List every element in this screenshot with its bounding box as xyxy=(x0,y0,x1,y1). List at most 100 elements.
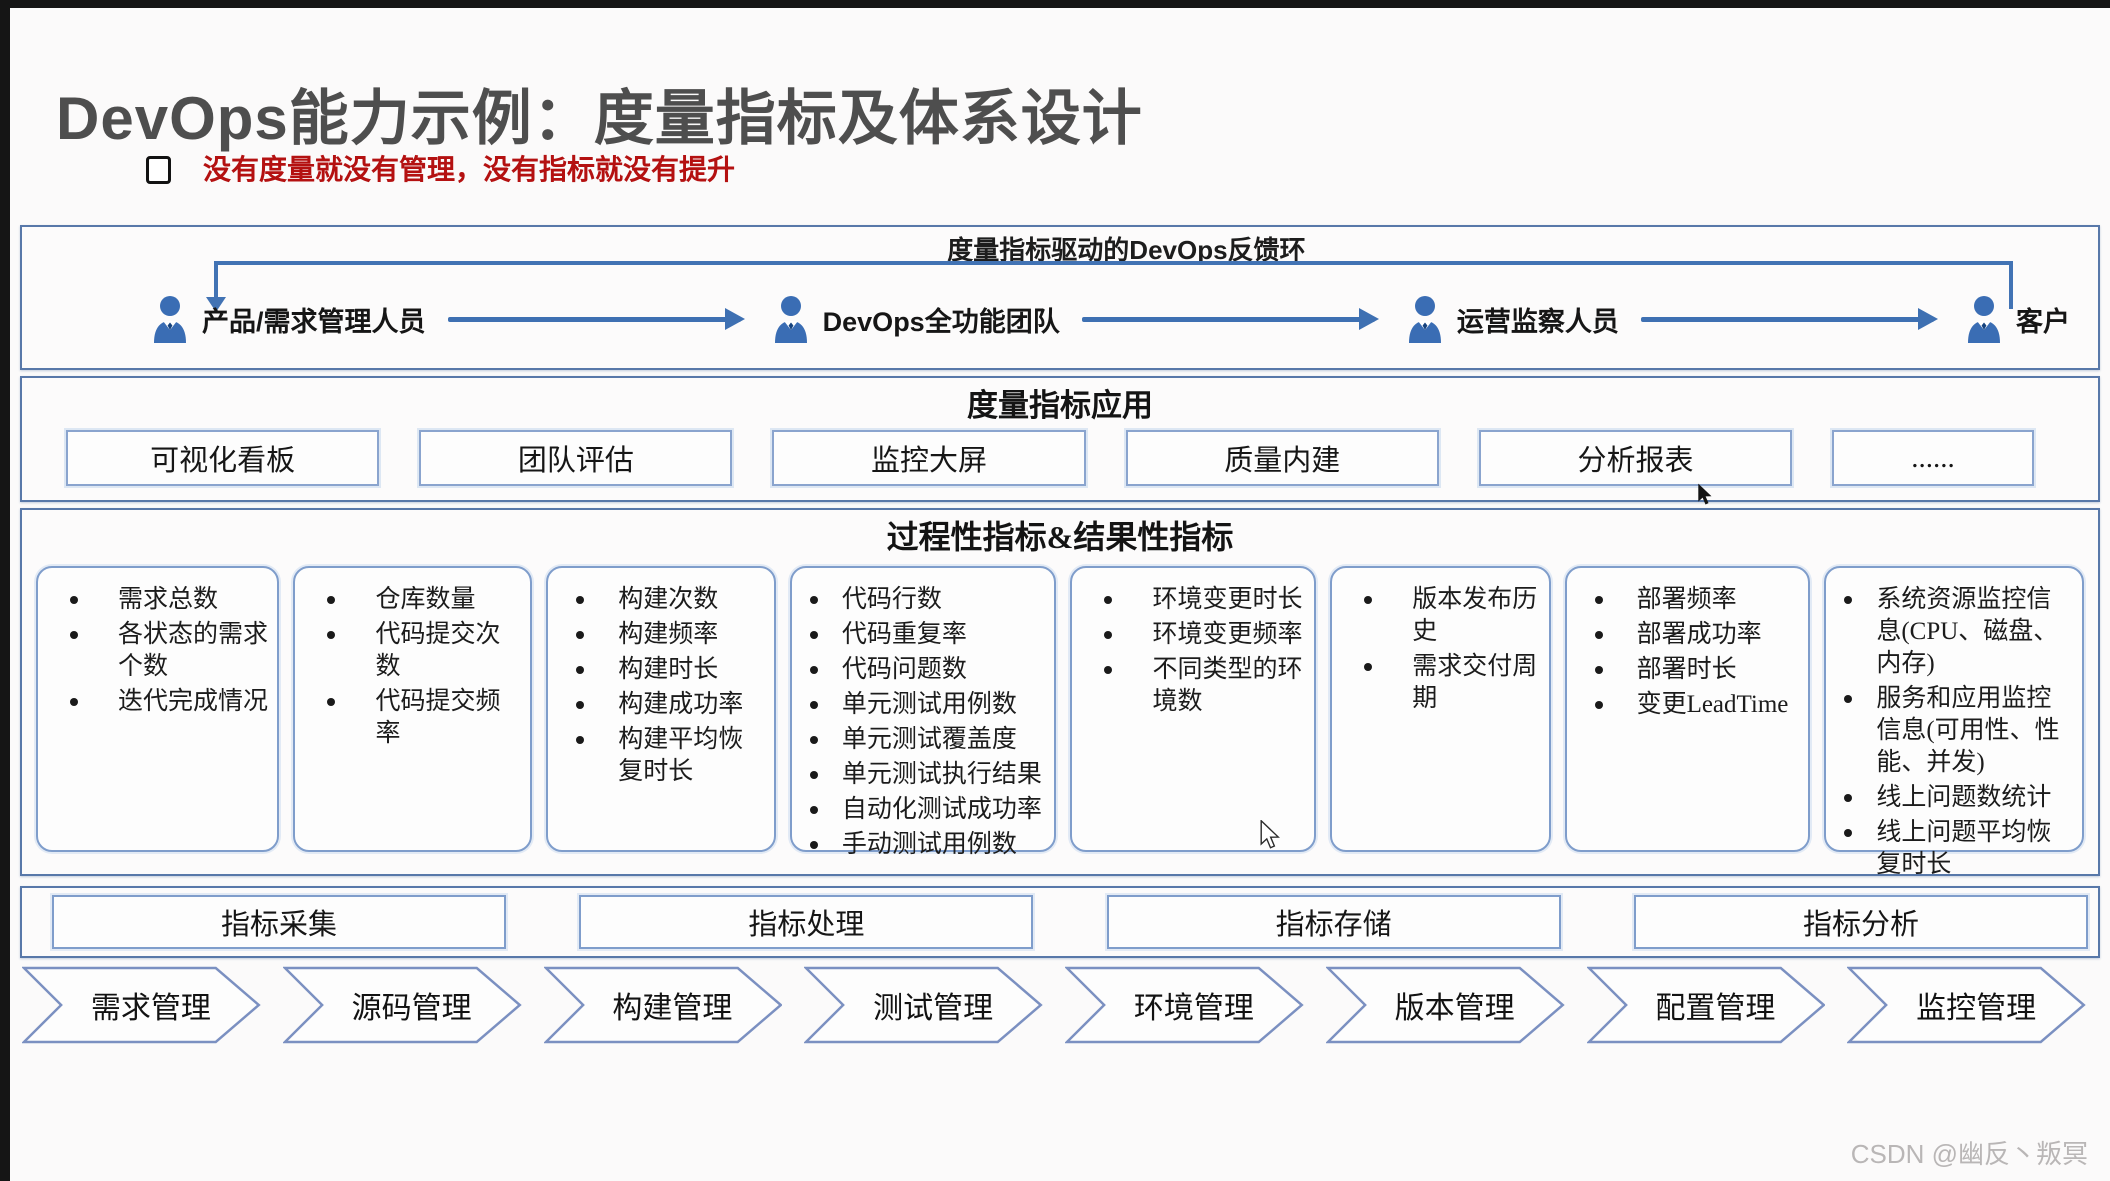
metric-item: 各状态的需求个数 xyxy=(38,619,269,683)
indicator-list: 部署频率 部署成功率 部署时长 变更LeadTime xyxy=(1567,584,1801,721)
metric-item: 需求交付周期 xyxy=(1332,651,1540,715)
indicator-list: 构建次数 构建频率 构建时长 构建成功率 构建平均恢复时长 xyxy=(548,584,766,788)
indicator-group-monitoring: 系统资源监控信息(CPU、磁盘、内存) 服务和应用监控信息(可用性、性能、并发)… xyxy=(1824,566,2084,852)
letterbox-left-bar xyxy=(0,0,10,1181)
chevron-label: 构建管理 xyxy=(612,983,732,1027)
metric-item: 构建频率 xyxy=(548,619,766,651)
applications-row: 可视化看板 团队评估 监控大屏 质量内建 分析报表 ...... xyxy=(66,430,2034,486)
indicator-group-repository: 仓库数量 代码提交次数 代码提交频率 xyxy=(293,566,532,852)
metric-item: 代码重复率 xyxy=(792,619,1047,651)
chevron-label: 需求管理 xyxy=(91,983,211,1027)
metric-item: 仓库数量 xyxy=(295,584,522,616)
app-box-more: ...... xyxy=(1832,430,2034,486)
pipeline-row: 指标采集 指标处理 指标存储 指标分析 xyxy=(52,888,2088,956)
chevron-label: 配置管理 xyxy=(1655,983,1775,1027)
chevron-version-mgmt: 版本管理 xyxy=(1326,966,1565,1044)
chevron-monitor-mgmt: 监控管理 xyxy=(1847,966,2086,1044)
chevron-label: 版本管理 xyxy=(1395,983,1515,1027)
metric-item: 迭代完成情况 xyxy=(38,686,269,718)
metric-item: 代码提交次数 xyxy=(295,619,522,683)
indicator-group-requirements: 需求总数 各状态的需求个数 迭代完成情况 xyxy=(36,566,279,852)
metric-item: 线上问题数统计 xyxy=(1826,782,2074,814)
chevron-environment-mgmt: 环境管理 xyxy=(1065,966,1304,1044)
chevron-label: 测试管理 xyxy=(873,983,993,1027)
indicator-list: 环境变更时长 环境变更频率 不同类型的环境数 xyxy=(1072,584,1306,718)
role-operations-monitor: 运营监察人员 xyxy=(1405,295,1619,343)
square-bullet-icon xyxy=(146,156,171,184)
indicator-list: 需求总数 各状态的需求个数 迭代完成情况 xyxy=(38,584,269,718)
role-customer: 客户 xyxy=(1964,295,2070,343)
app-box-monitor-screen: 监控大屏 xyxy=(772,430,1085,486)
indicators-title: 过程性指标&结果性指标 xyxy=(887,512,1234,558)
role-label: DevOps全功能团队 xyxy=(823,300,1060,339)
metric-item: 自动化测试成功率 xyxy=(792,794,1047,826)
keypoint-text: 没有度量就没有管理，没有指标就没有提升 xyxy=(203,148,735,188)
app-box-builtin-quality: 质量内建 xyxy=(1126,430,1439,486)
indicator-group-code-test: 代码行数 代码重复率 代码问题数 单元测试用例数 单元测试覆盖度 单元测试执行结… xyxy=(790,566,1057,852)
pipeline-stage-store: 指标存储 xyxy=(1107,895,1561,949)
letterbox-top-bar xyxy=(0,0,2110,8)
metric-item: 构建次数 xyxy=(548,584,766,616)
slide-canvas: DevOps能力示例：度量指标及体系设计 没有度量就没有管理，没有指标就没有提升… xyxy=(0,0,2110,1181)
chevron-label: 监控管理 xyxy=(1916,983,2036,1027)
metric-item: 环境变更频率 xyxy=(1072,619,1306,651)
chevron-config-mgmt: 配置管理 xyxy=(1587,966,1826,1044)
role-label: 运营监察人员 xyxy=(1457,300,1619,339)
metric-applications-title: 度量指标应用 xyxy=(967,380,1153,425)
role-label: 客户 xyxy=(2016,300,2070,339)
indicator-list: 系统资源监控信息(CPU、磁盘、内存) 服务和应用监控信息(可用性、性能、并发)… xyxy=(1826,584,2074,881)
role-label: 产品/需求管理人员 xyxy=(202,300,426,339)
indicators-panel: 过程性指标&结果性指标 需求总数 各状态的需求个数 迭代完成情况 仓库数量 代码… xyxy=(20,508,2100,876)
role-product-manager: 产品/需求管理人员 xyxy=(150,295,426,343)
chevron-build-mgmt: 构建管理 xyxy=(544,966,783,1044)
process-chain-row: 需求管理 源码管理 构建管理 测试管理 环境管理 xyxy=(22,966,2086,1044)
flow-arrow-icon xyxy=(1082,317,1375,322)
flow-arrow-icon xyxy=(1641,317,1934,322)
metric-item: 代码问题数 xyxy=(792,654,1047,686)
indicator-list: 代码行数 代码重复率 代码问题数 单元测试用例数 单元测试覆盖度 单元测试执行结… xyxy=(792,584,1047,861)
metric-item: 线上问题平均恢复时长 xyxy=(1826,817,2074,881)
metric-item: 构建成功率 xyxy=(548,689,766,721)
metric-item: 部署成功率 xyxy=(1567,619,1801,651)
feedback-line-horizontal xyxy=(214,261,2013,265)
pipeline-stage-collect: 指标采集 xyxy=(52,895,506,949)
person-icon xyxy=(1405,295,1445,343)
indicator-list: 仓库数量 代码提交次数 代码提交频率 xyxy=(295,584,522,750)
page-title: DevOps能力示例：度量指标及体系设计 xyxy=(56,70,1143,157)
indicator-list: 版本发布历史 需求交付周期 xyxy=(1332,584,1540,715)
metric-applications-panel: 度量指标应用 可视化看板 团队评估 监控大屏 质量内建 分析报表 ...... xyxy=(20,376,2100,502)
app-box-visual-dashboard: 可视化看板 xyxy=(66,430,379,486)
metric-pipeline-panel: 指标采集 指标处理 指标存储 指标分析 xyxy=(20,886,2100,958)
indicator-group-release: 版本发布历史 需求交付周期 xyxy=(1330,566,1550,852)
role-devops-team: DevOps全功能团队 xyxy=(771,295,1060,343)
metric-item: 版本发布历史 xyxy=(1332,584,1540,648)
watermark: CSDN @幽反丶叛冥 xyxy=(1851,1134,2088,1171)
indicator-group-deploy: 部署频率 部署成功率 部署时长 变更LeadTime xyxy=(1565,566,1811,852)
indicator-groups-row: 需求总数 各状态的需求个数 迭代完成情况 仓库数量 代码提交次数 代码提交频率 … xyxy=(36,566,2084,852)
chevron-label: 环境管理 xyxy=(1134,983,1254,1027)
roles-row: 产品/需求管理人员 DevOps全功能团队 xyxy=(150,285,2070,353)
person-icon xyxy=(771,295,811,343)
metric-item: 部署频率 xyxy=(1567,584,1801,616)
metric-item: 系统资源监控信息(CPU、磁盘、内存) xyxy=(1826,584,2074,680)
metric-item: 单元测试覆盖度 xyxy=(792,724,1047,756)
chevron-source-mgmt: 源码管理 xyxy=(283,966,522,1044)
keypoint-line: 没有度量就没有管理，没有指标就没有提升 xyxy=(146,148,735,188)
app-box-analysis-report: 分析报表 xyxy=(1479,430,1792,486)
indicator-group-environment: 环境变更时长 环境变更频率 不同类型的环境数 xyxy=(1070,566,1316,852)
pipeline-stage-process: 指标处理 xyxy=(579,895,1033,949)
cursor-arrow-white-icon xyxy=(1259,820,1282,851)
flow-arrow-icon xyxy=(448,317,741,322)
pipeline-stage-analyze: 指标分析 xyxy=(1634,895,2088,949)
metric-item: 服务和应用监控信息(可用性、性能、并发) xyxy=(1826,683,2074,779)
metric-item: 不同类型的环境数 xyxy=(1072,654,1306,718)
indicator-group-build: 构建次数 构建频率 构建时长 构建成功率 构建平均恢复时长 xyxy=(546,566,776,852)
metric-item: 构建时长 xyxy=(548,654,766,686)
metric-item: 代码行数 xyxy=(792,584,1047,616)
person-icon xyxy=(1964,295,2004,343)
cursor-arrow-icon xyxy=(1697,483,1714,507)
metric-item: 代码提交频率 xyxy=(295,686,522,750)
metric-item: 部署时长 xyxy=(1567,654,1801,686)
chevron-requirement-mgmt: 需求管理 xyxy=(22,966,261,1044)
chevron-label: 源码管理 xyxy=(352,983,472,1027)
